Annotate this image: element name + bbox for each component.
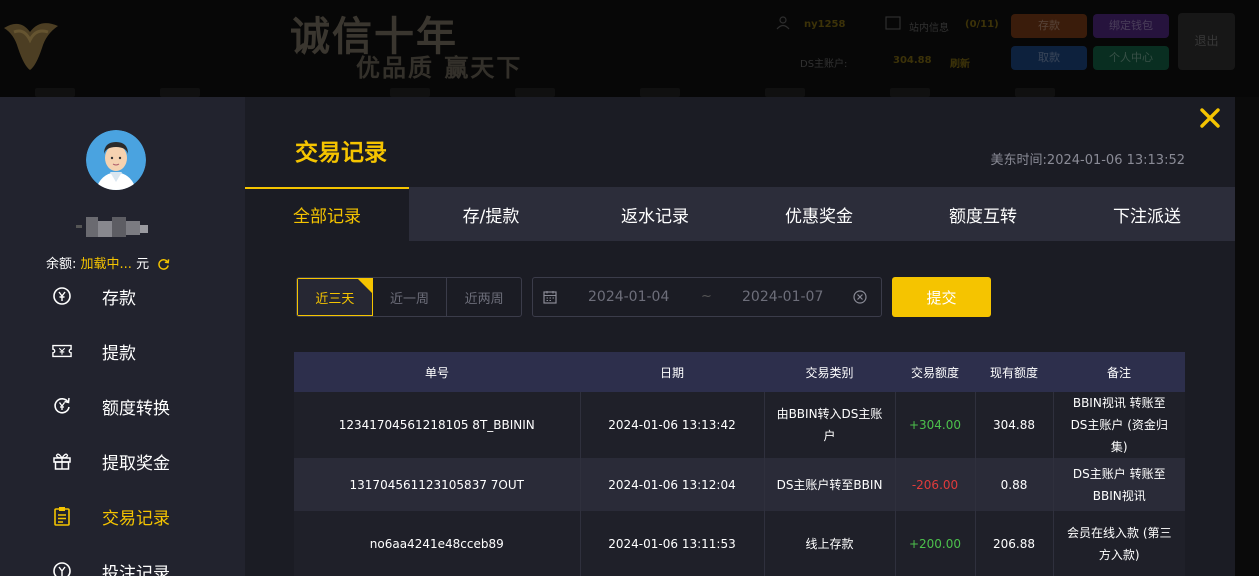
page-overlay-strip xyxy=(1235,97,1259,576)
table-row: no6aa4241e48cceb89 2024-01-06 13:11:53 线… xyxy=(294,511,1185,576)
balance-row: 余额: 加载中... 元 xyxy=(46,253,170,272)
selected-corner-icon xyxy=(357,279,372,293)
clipboard-icon xyxy=(52,506,72,526)
cell-order-id: no6aa4241e48cceb89 xyxy=(294,511,581,576)
cell-note: DS主账户 转账至 BBIN视讯 xyxy=(1053,458,1185,511)
cell-type: DS主账户转至BBIN xyxy=(764,458,896,511)
sidebar-item-label: 投注记录 xyxy=(102,563,170,576)
cell-amount: +304.00 xyxy=(895,392,976,458)
tab-deposit-withdraw[interactable]: 存/提款 xyxy=(409,187,573,241)
cell-type: 由BBIN转入DS主账户 xyxy=(764,392,896,458)
sidebar-item-label: 提款 xyxy=(102,343,136,364)
cell-order-id: 131704561123105837 7OUT xyxy=(294,458,581,511)
cell-date: 2024-01-06 13:13:42 xyxy=(580,392,765,458)
ticket-icon xyxy=(52,341,72,361)
account-modal: 余额: 加载中... 元 存款 提款 额度转换 提取奖金 交易记录 投注记录 交… xyxy=(0,97,1235,576)
col-date: 日期 xyxy=(580,352,764,392)
sidebar-item-label: 提取奖金 xyxy=(102,453,170,474)
bet-record-icon xyxy=(52,561,72,576)
col-type: 交易类别 xyxy=(764,352,895,392)
us-time-label: 美东时间: xyxy=(990,153,1047,168)
yen-circle-icon xyxy=(52,286,72,306)
sidebar-item-label: 额度转换 xyxy=(102,398,170,419)
record-tabs: 全部记录 存/提款 返水记录 优惠奖金 额度互转 下注派送 xyxy=(245,187,1235,241)
tab-credit-transfer[interactable]: 额度互转 xyxy=(901,187,1065,241)
sidebar-item-transfer[interactable]: 额度转换 xyxy=(0,386,245,426)
sidebar-item-deposit[interactable]: 存款 xyxy=(0,276,245,316)
cell-date: 2024-01-06 13:12:04 xyxy=(580,458,765,511)
transactions-table: 单号 日期 交易类别 交易额度 现有额度 备注 1234170456121810… xyxy=(294,352,1185,576)
us-eastern-time: 美东时间:2024-01-06 13:13:52 xyxy=(991,149,1185,168)
tab-all-records[interactable]: 全部记录 xyxy=(245,187,409,241)
range-last-three-days[interactable]: 近三天 xyxy=(297,278,373,316)
start-date[interactable]: 2024-01-04 xyxy=(588,289,669,305)
refresh-icon[interactable] xyxy=(157,258,170,271)
cell-balance: 304.88 xyxy=(975,392,1054,458)
date-range-selector: 近三天 近一周 近两周 xyxy=(296,277,522,317)
header-overlay xyxy=(0,0,1259,97)
col-note: 备注 xyxy=(1053,352,1185,392)
cell-balance: 206.88 xyxy=(975,511,1054,576)
range-last-week[interactable]: 近一周 xyxy=(373,278,448,316)
table-row: 12341704561218105 8T_BBININ 2024-01-06 1… xyxy=(294,392,1185,458)
site-header: 诚信十年 优品质 赢天下 ny1258 站内信息 (0/11) DS主账户: 3… xyxy=(0,0,1259,97)
exchange-yen-icon xyxy=(52,396,72,416)
sidebar-item-transactions[interactable]: 交易记录 xyxy=(0,496,245,536)
col-amount: 交易额度 xyxy=(895,352,975,392)
cell-amount: +200.00 xyxy=(895,511,976,576)
sidebar-item-label: 存款 xyxy=(102,288,136,309)
cell-date: 2024-01-06 13:11:53 xyxy=(580,511,765,576)
account-sidebar: 余额: 加载中... 元 存款 提款 额度转换 提取奖金 交易记录 投注记录 xyxy=(0,97,245,576)
cell-order-id: 12341704561218105 8T_BBININ xyxy=(294,392,581,458)
sidebar-item-label: 交易记录 xyxy=(102,508,170,529)
range-last-two-weeks[interactable]: 近两周 xyxy=(447,278,521,316)
username-blurred xyxy=(76,217,148,237)
date-range-picker[interactable]: 2024-01-04 ~ 2024-01-07 xyxy=(532,277,882,317)
table-row: 131704561123105837 7OUT 2024-01-06 13:12… xyxy=(294,458,1185,511)
balance-value: 加载中... xyxy=(80,257,132,272)
table-header-row: 单号 日期 交易类别 交易额度 现有额度 备注 xyxy=(294,352,1185,392)
cell-balance: 0.88 xyxy=(975,458,1054,511)
tab-rebate-records[interactable]: 返水记录 xyxy=(573,187,737,241)
sidebar-item-bonus[interactable]: 提取奖金 xyxy=(0,441,245,481)
sidebar-item-withdraw[interactable]: 提款 xyxy=(0,331,245,371)
clear-icon[interactable] xyxy=(853,290,867,304)
tab-promo-bonus[interactable]: 优惠奖金 xyxy=(737,187,901,241)
avatar xyxy=(86,130,146,190)
cell-note: 会员在线入款 (第三方入款) xyxy=(1053,511,1185,576)
transactions-panel: 交易记录 美东时间:2024-01-06 13:13:52 全部记录 存/提款 … xyxy=(245,97,1235,576)
end-date[interactable]: 2024-01-07 xyxy=(742,289,823,305)
col-order-id: 单号 xyxy=(294,352,580,392)
cell-type: 线上存款 xyxy=(764,511,896,576)
date-separator: ~ xyxy=(701,289,712,304)
cell-amount: -206.00 xyxy=(895,458,976,511)
col-balance: 现有额度 xyxy=(975,352,1053,392)
range-label: 近三天 xyxy=(315,291,355,307)
balance-label: 余额: xyxy=(46,257,77,272)
balance-unit: 元 xyxy=(136,257,150,272)
calendar-icon xyxy=(543,291,557,304)
close-icon[interactable] xyxy=(1197,105,1223,131)
us-time-value: 2024-01-06 13:13:52 xyxy=(1046,153,1185,168)
submit-button[interactable]: 提交 xyxy=(892,277,991,317)
sidebar-item-bet-records[interactable]: 投注记录 xyxy=(0,551,245,576)
gift-icon xyxy=(52,451,72,471)
page-title: 交易记录 xyxy=(295,140,387,166)
cell-note: BBIN视讯 转账至 DS主账户 (资金归集) xyxy=(1053,392,1185,458)
tab-bet-payout[interactable]: 下注派送 xyxy=(1065,187,1229,241)
